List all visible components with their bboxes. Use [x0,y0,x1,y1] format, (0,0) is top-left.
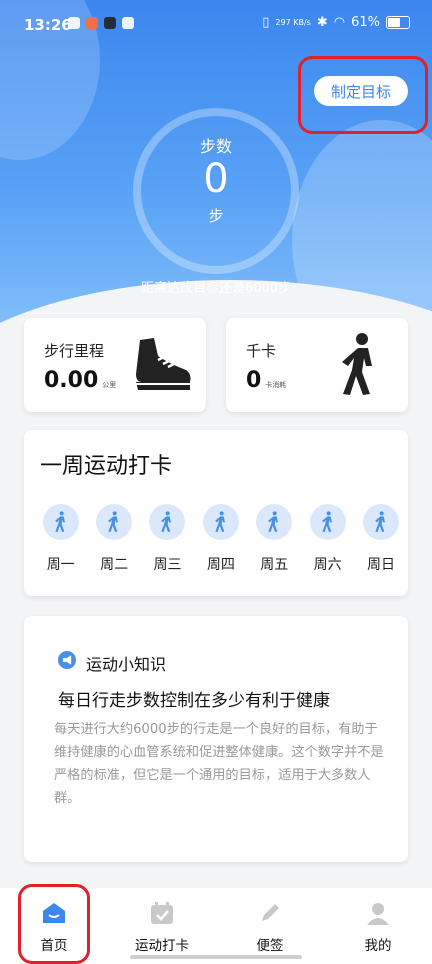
tip-title: 每日行走步数控制在多少有利于健康 [58,691,330,711]
app-notification-icon [68,17,80,29]
tab-notes[interactable]: 便签 [216,888,324,954]
battery-percent: 61% [351,15,380,30]
walking-day-icon [256,504,293,540]
tip-body: 每天进行大约6000步的行走是一个良好的目标，有助于维持健康的心血管系统和促进整… [54,722,384,806]
calorie-value: 0 卡消耗 [246,368,286,393]
walking-person-icon [342,333,372,395]
day-item[interactable]: 周四 [194,504,247,574]
day-item[interactable]: 周一 [34,504,87,574]
walking-day-icon [309,504,346,540]
status-bar: 13:26 ▯ 297 KB/s ✱ ◠ 61% [0,0,432,50]
battery-icon [386,16,410,29]
day-label: 周五 [260,557,289,573]
calorie-unit: 卡消耗 [265,381,287,389]
tiktok-icon [104,17,116,29]
app-notification-icon [122,17,134,29]
status-time: 13:26 [24,16,72,34]
walking-day-icon [202,504,239,540]
weekly-title: 一周运动打卡 [40,454,173,479]
calorie-number: 0 [246,368,262,393]
sneaker-icon [136,338,191,390]
highlight-box [18,884,90,964]
tab-label: 我的 [364,938,392,954]
wifi-icon: ◠ [333,15,346,30]
weekly-checkin-card: 一周运动打卡 周一 周二 周三 周四 周五 周六 周日 [24,430,408,596]
network-speed: 297 KB/s [275,17,311,27]
day-item[interactable]: 周六 [301,504,354,574]
day-label: 周一 [46,557,75,573]
tip-header: 运动小知识 [86,655,167,674]
day-label: 周二 [100,557,129,573]
exercise-tip-card[interactable]: 运动小知识 每日行走步数控制在多少有利于健康 每天进行大约6000步的行走是一个… [24,616,408,862]
day-item[interactable]: 周日 [354,504,407,574]
steps-label: 步数 [199,137,232,156]
app-notification-icon [86,17,98,29]
distance-title: 步行里程 [44,342,105,360]
highlight-box [298,56,428,134]
megaphone-icon [58,651,76,669]
steps-value: 0 [203,156,229,202]
walking-day-icon [149,504,186,540]
vibrate-icon: ▯ [262,15,270,30]
day-label: 周三 [153,557,182,573]
tab-label: 便签 [256,938,284,954]
distance-number: 0.00 [44,368,99,393]
day-item[interactable]: 周三 [141,504,194,574]
day-label: 周六 [313,557,342,573]
user-icon [366,900,390,926]
notification-icons [68,17,134,29]
walking-day-icon [96,504,133,540]
tab-checkin[interactable]: 运动打卡 [108,888,216,954]
gesture-bar[interactable] [130,955,302,959]
steps-remaining: 距离达成目标还差6000步 [140,281,292,296]
calorie-card: 千卡 0 卡消耗 [226,318,408,412]
walking-day-icon [363,504,400,540]
day-list: 周一 周二 周三 周四 周五 周六 周日 [34,504,408,574]
day-label: 周日 [367,557,396,573]
day-item[interactable]: 周二 [87,504,140,574]
tab-label: 运动打卡 [135,938,189,954]
distance-card: 步行里程 0.00 公里 [24,318,206,412]
distance-value: 0.00 公里 [44,368,116,393]
steps-unit: 步 [208,207,224,225]
day-item[interactable]: 周五 [248,504,301,574]
distance-unit: 公里 [102,381,117,389]
calorie-title: 千卡 [246,342,277,360]
bluetooth-icon: ✱ [316,15,328,30]
tab-profile[interactable]: 我的 [324,888,432,954]
pencil-icon [258,900,282,926]
calendar-check-icon [149,900,175,926]
day-label: 周四 [206,557,235,573]
walking-day-icon [42,504,79,540]
status-right: ▯ 297 KB/s ✱ ◠ 61% [262,15,410,30]
